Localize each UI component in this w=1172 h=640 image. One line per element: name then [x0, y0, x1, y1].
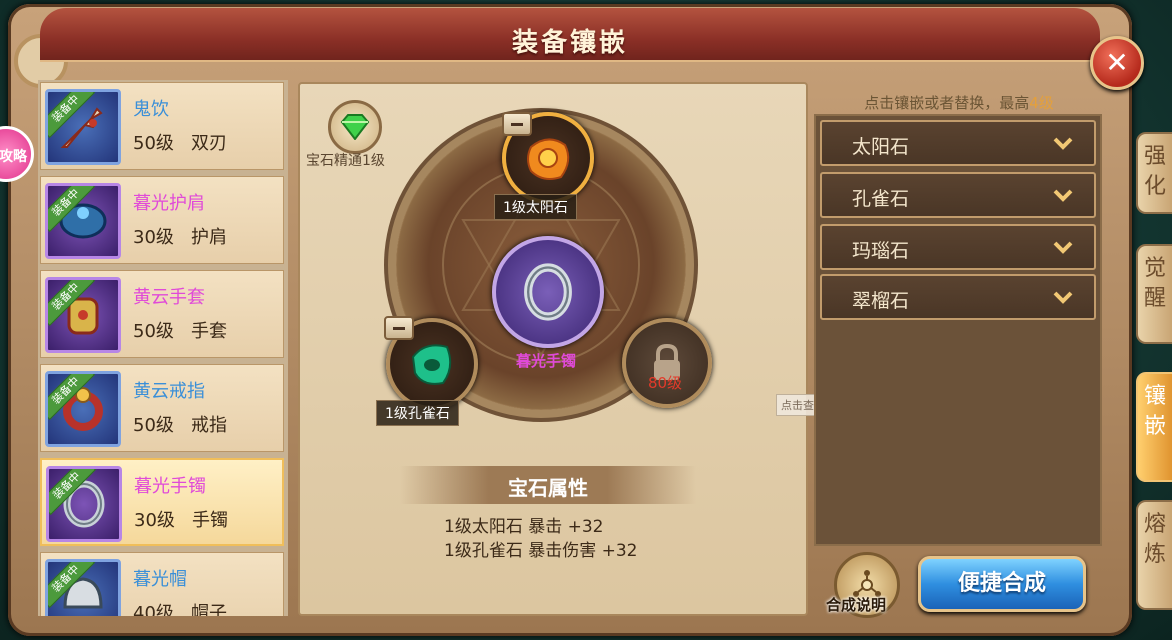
- equipment-name: 暮光手镯: [134, 476, 206, 497]
- equipment-name: 暮光帽: [133, 569, 187, 590]
- peacock-stone-icon: [411, 344, 452, 385]
- equipment-type: 手套: [191, 321, 227, 342]
- gem-type-garnet-stone[interactable]: 翠榴石: [820, 274, 1096, 320]
- equipment-name: 暮光护肩: [133, 193, 205, 214]
- unlock-level-label: 80级: [647, 374, 683, 392]
- gem-type-sun-stone[interactable]: 太阳石: [820, 120, 1096, 166]
- bracelet-icon: [524, 263, 572, 321]
- chevron-down-icon: [1053, 189, 1073, 202]
- chevron-down-icon: [1053, 241, 1073, 254]
- equipment-name: 黄云戒指: [133, 381, 205, 402]
- equipment-level: 50级: [133, 415, 174, 436]
- sun-stone-icon: [527, 138, 570, 180]
- quick-synthesis-button[interactable]: 便捷合成: [918, 556, 1086, 612]
- close-icon: ✕: [1105, 46, 1129, 79]
- equipment-item-ghost-drink[interactable]: 装备中 鬼饮 50级 双刃: [40, 82, 284, 170]
- equipment-name: 鬼饮: [133, 99, 169, 120]
- equipment-type: 手镯: [192, 510, 228, 531]
- equipment-level: 40级: [133, 603, 174, 616]
- equipment-item-yellow-cloud-gloves[interactable]: 装备中 黄云手套 50级 手套: [40, 270, 284, 358]
- gem-type-peacock-stone[interactable]: 孔雀石: [820, 172, 1096, 218]
- minus-icon: [393, 326, 405, 330]
- gem-attribute-line: 1级孔雀石 暴击伤害 +32: [444, 541, 638, 561]
- equipment-level: 30级: [133, 227, 174, 248]
- gem-attribute-line: 1级太阳石 暴击 +32: [444, 517, 604, 537]
- window-title: 装备镶嵌: [511, 28, 628, 58]
- strategy-label: 攻略: [0, 149, 27, 165]
- equipment-icon-frame: 装备中: [45, 277, 121, 353]
- equipment-type: 帽子: [191, 603, 227, 616]
- title-bar: 装备镶嵌: [40, 8, 1100, 62]
- gem-type-label: 玛瑙石: [852, 240, 910, 262]
- tab-smelt[interactable]: 熔炼: [1136, 500, 1172, 610]
- gem-mastery-label: 宝石精通1级: [306, 153, 385, 169]
- equipment-level: 30级: [134, 510, 175, 531]
- tab-label-char: 炼: [1143, 542, 1166, 567]
- tab-label-char: 嵌: [1143, 414, 1166, 439]
- gem-type-label: 太阳石: [852, 136, 910, 158]
- tab-label-char: 觉: [1143, 256, 1166, 281]
- tab-label-char: 醒: [1143, 286, 1166, 311]
- equipment-item-twilight-shoulder[interactable]: 装备中 暮光护肩 30级 护肩: [40, 176, 284, 264]
- equipment-item-twilight-bracelet[interactable]: 装备中 暮光手镯 30级 手镯: [40, 458, 284, 546]
- inlay-hint-text: 点击镶嵌或者替换，最高: [864, 94, 1030, 112]
- minus-icon: [511, 122, 523, 126]
- synthesis-help-label: 合成说明: [826, 596, 887, 614]
- remove-gem-button[interactable]: [502, 112, 532, 136]
- tab-label-char: 熔: [1143, 512, 1166, 537]
- equipment-name: 黄云手套: [133, 287, 205, 308]
- gem-mastery-button[interactable]: [328, 100, 382, 154]
- gem-type-label: 孔雀石: [852, 188, 910, 210]
- gem-slot-left-label: 1级孔雀石: [376, 400, 459, 426]
- gem-type-agate-stone[interactable]: 玛瑙石: [820, 224, 1096, 270]
- tab-awaken[interactable]: 觉醒: [1136, 244, 1172, 344]
- max-level-highlight: 4级: [1029, 94, 1054, 112]
- equipped-item-name: 暮光手镯: [515, 352, 576, 370]
- chevron-down-icon: [1053, 137, 1073, 150]
- equipment-level: 50级: [133, 133, 174, 154]
- equipment-icon-frame: 装备中: [45, 371, 121, 447]
- tab-label-char: 化: [1143, 174, 1166, 199]
- tab-label-char: 强: [1143, 144, 1166, 169]
- equipment-type: 戒指: [191, 415, 227, 436]
- equipment-type: 护肩: [191, 227, 227, 248]
- tab-label-char: 镶: [1143, 384, 1166, 409]
- remove-gem-button[interactable]: [384, 316, 414, 340]
- equipment-item-twilight-helmet[interactable]: 装备中 暮光帽 40级 帽子: [40, 552, 284, 616]
- equipment-icon-frame: 装备中: [45, 183, 121, 259]
- gem-slot-right-locked: [622, 318, 712, 408]
- tab-inlay[interactable]: 镶嵌: [1136, 372, 1172, 482]
- equipment-icon-frame: 装备中: [45, 89, 121, 165]
- gem-slot-top-label: 1级太阳石: [494, 194, 577, 220]
- chevron-down-icon: [1053, 291, 1073, 304]
- equipment-type: 双刃: [191, 133, 227, 154]
- equipment-item-yellow-cloud-ring[interactable]: 装备中 黄云戒指 50级 戒指: [40, 364, 284, 452]
- gem-type-label: 翠榴石: [852, 290, 910, 312]
- equipment-icon-frame: 装备中: [46, 466, 122, 542]
- equipped-item-slot: [492, 236, 604, 348]
- close-button[interactable]: ✕: [1090, 36, 1144, 90]
- gem-attributes-title: 宝石属性: [508, 476, 588, 500]
- inlay-hint: 点击镶嵌或者替换，最高4级: [814, 92, 1104, 113]
- equipment-icon-frame: 装备中: [45, 559, 121, 616]
- tab-strengthen[interactable]: 强化: [1136, 132, 1172, 214]
- green-gem-icon: [340, 114, 370, 140]
- equipment-list[interactable]: 装备中 鬼饮 50级 双刃 装备中 暮光护肩 30级 护肩 装备中 黄云手套 5…: [38, 80, 288, 616]
- equipment-level: 50级: [133, 321, 174, 342]
